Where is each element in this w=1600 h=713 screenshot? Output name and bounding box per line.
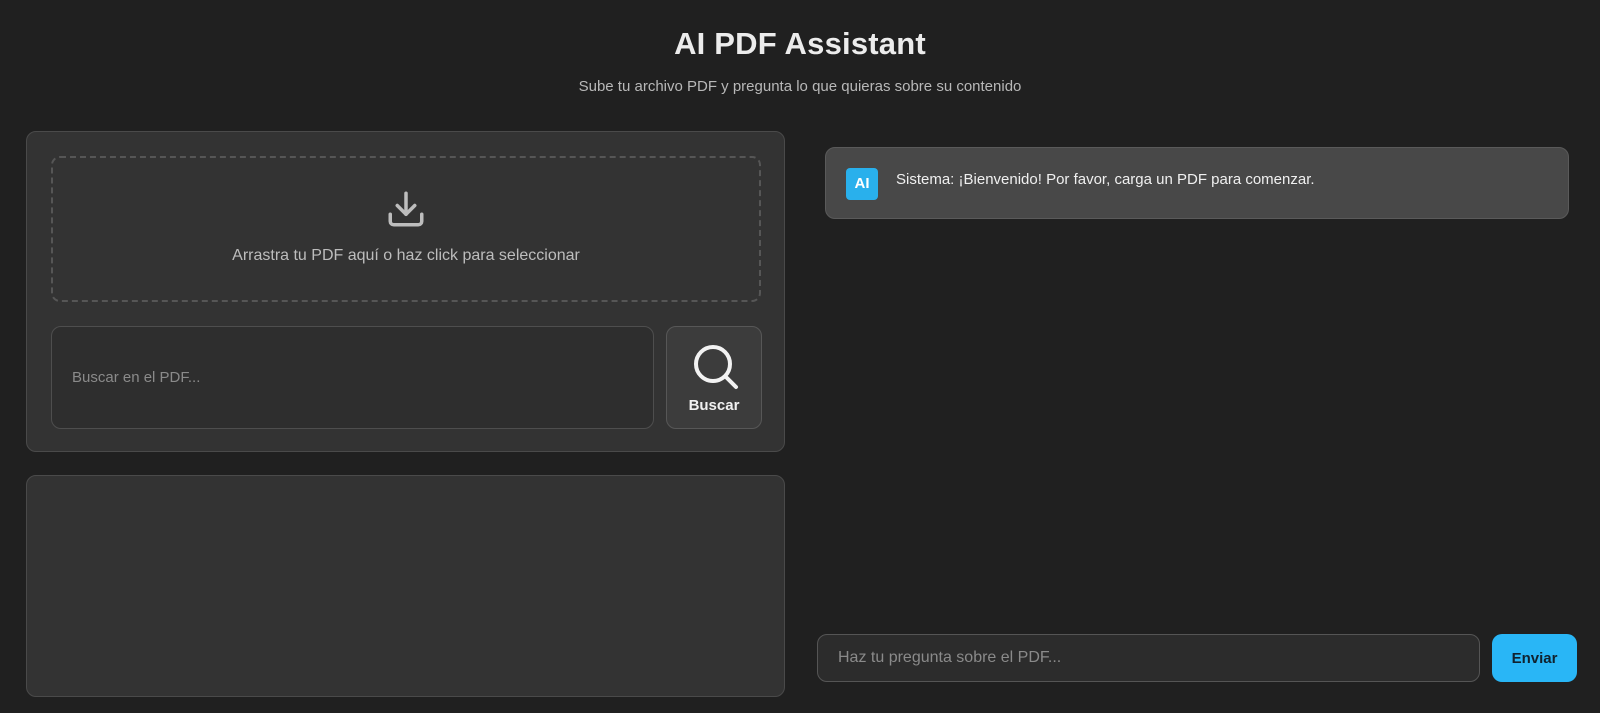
upload-panel: Arrastra tu PDF aquí o haz click para se… [26,131,785,452]
page-title: AI PDF Assistant [674,26,926,61]
send-button[interactable]: Enviar [1492,634,1577,682]
page-subtitle: Sube tu archivo PDF y pregunta lo que qu… [578,78,1022,95]
search-button[interactable]: Buscar [666,326,762,429]
pdf-dropzone[interactable]: Arrastra tu PDF aquí o haz click para se… [51,156,761,302]
pdf-search-input[interactable] [51,326,654,429]
chat-message: AI Sistema: ¡Bienvenido! Por favor, carg… [825,147,1569,219]
download-icon [388,191,424,227]
pdf-preview-panel [26,475,785,697]
chat-message-text: Sistema: ¡Bienvenido! Por favor, carga u… [896,171,1315,188]
ai-avatar: AI [846,168,878,200]
search-icon [694,345,738,389]
dropzone-text: Arrastra tu PDF aquí o haz click para se… [232,247,580,264]
search-button-label: Buscar [688,397,740,414]
question-input[interactable] [817,634,1480,682]
